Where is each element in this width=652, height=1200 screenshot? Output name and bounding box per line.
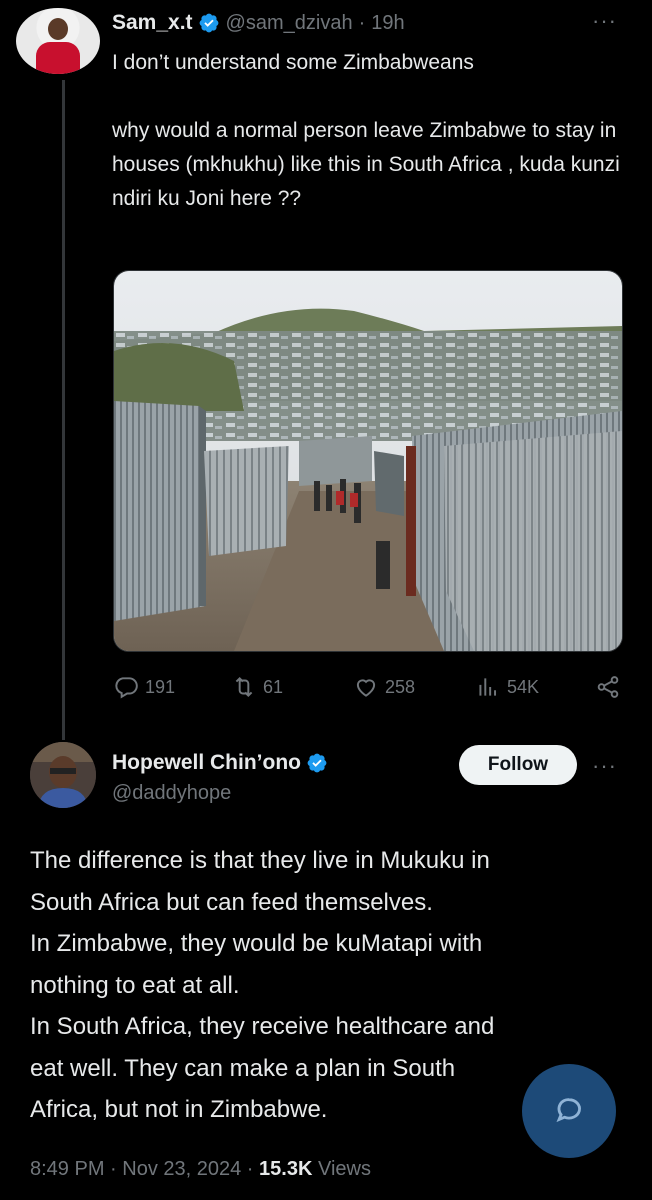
reply-text-line: In Zimbabwe, they would be kuMatapi with [30,930,483,957]
reply-header: Hopewell Chin’ono [112,748,328,778]
reply-avatar[interactable] [30,742,96,808]
heart-icon [356,679,376,697]
follow-button[interactable]: Follow [459,745,577,785]
retweet-count: 61 [263,676,284,697]
tweet-actions-bar: 191 61 258 54K [113,674,623,706]
compose-reply-button[interactable] [522,1064,616,1158]
chat-bubble-icon [556,1098,581,1123]
more-options-icon[interactable]: ··· [592,8,617,34]
tweet-text-paragraph: why would a normal person leave Zimbabwe… [112,119,620,210]
reply-author-handle[interactable]: @daddyhope [112,782,231,805]
verified-badge-icon [199,13,218,33]
reply-icon [115,677,138,699]
tweet-thread: Sam_x.t @sam_dzivah · 19h ··· I don’t un… [0,0,652,1200]
views-total: 15.3K [259,1158,313,1180]
tweet-header: Sam_x.t @sam_dzivah · 19h [112,8,405,38]
meta-separator: · [241,1158,260,1180]
reply-text-line: South Africa but can feed themselves. [30,888,433,916]
share-button[interactable] [595,674,621,700]
reply-text-line: In South Africa, they receive healthcare… [30,1013,495,1040]
post-time[interactable]: 8:49 PM [30,1158,104,1180]
person-photo-icon [30,742,96,808]
views-button[interactable]: 54K [475,674,539,700]
share-icon [597,676,619,698]
tweet-text: I don’t understand some Zimbabweans why … [112,46,632,216]
analytics-icon [479,678,497,696]
reply-more-options-icon[interactable]: ··· [592,753,617,779]
reply-meta: 8:49 PM · Nov 23, 2024 · 15.3K Views [30,1158,371,1181]
like-button[interactable]: 258 [353,674,415,700]
author-handle[interactable]: @sam_dzivah [226,12,353,35]
tweet-media-image[interactable] [113,270,623,652]
post-date[interactable]: Nov 23, 2024 [122,1158,241,1180]
reply-text-line: nothing to eat at all. [30,971,240,999]
retweet-icon [235,676,253,698]
reply-count: 191 [145,676,176,697]
avatar[interactable] [16,8,100,74]
thread-connector-line [62,80,65,740]
views-label: Views [312,1158,371,1180]
separator-dot: · [358,11,366,34]
tweet-text-line: I don’t understand some Zimbabweans [112,51,474,74]
views-count: 54K [507,676,540,697]
reply-author-name[interactable]: Hopewell Chin’ono [112,751,301,775]
author-name[interactable]: Sam_x.t [112,11,193,35]
reply-button[interactable]: 191 [113,674,175,700]
reply-text-line: The difference is that they live in Muku… [30,847,490,874]
settlement-photo-icon [114,271,622,651]
meta-separator: · [104,1158,123,1180]
retweet-button[interactable]: 61 [231,674,283,700]
tweet-time[interactable]: 19h [371,12,404,35]
verified-badge-icon [307,753,327,773]
like-count: 258 [385,676,416,697]
